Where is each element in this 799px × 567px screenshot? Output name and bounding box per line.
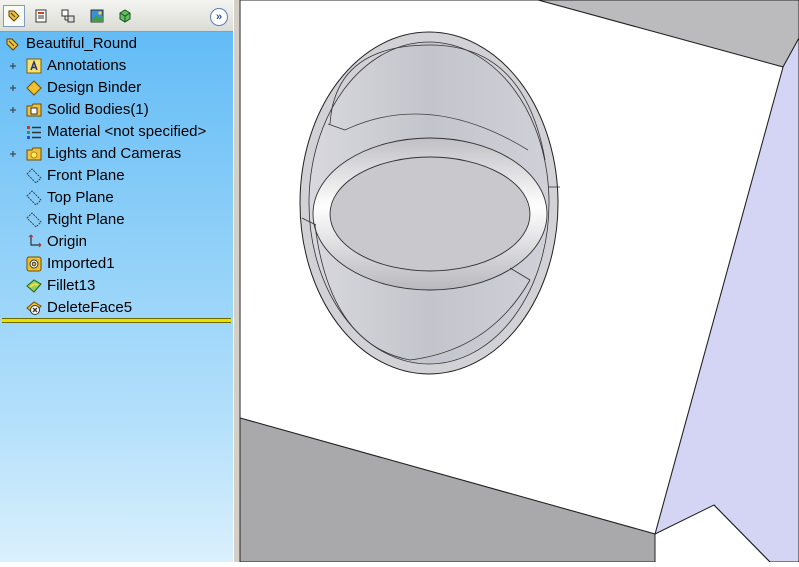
tree-item-label: Imported1: [47, 255, 115, 272]
tree-item-label: Design Binder: [47, 79, 142, 96]
tree-item-top-plane[interactable]: Top Plane: [0, 187, 231, 209]
expand-plus-icon[interactable]: [9, 106, 17, 114]
part-icon: [6, 38, 19, 51]
tree-item-imported1[interactable]: Imported1: [0, 253, 231, 275]
tree-item-label: DeleteFace5: [47, 299, 133, 316]
plane-icon: [26, 190, 42, 206]
tree-item-label: Annotations: [47, 57, 127, 74]
origin-icon: [28, 234, 42, 248]
tree-item-deleteface5[interactable]: DeleteFace5: [0, 297, 231, 319]
feature-tree-icon: [8, 10, 20, 22]
material-icon: [27, 126, 41, 139]
tree-item-origin[interactable]: Origin: [0, 231, 231, 253]
tree-item-label: Lights and Cameras: [47, 145, 182, 162]
fillet-icon: [26, 279, 42, 293]
configuration-manager-tab[interactable]: [57, 5, 79, 27]
tree-item-label: Origin: [47, 233, 88, 250]
annotations-icon: [26, 58, 42, 74]
tree-item-fillet13[interactable]: Fillet13: [0, 275, 231, 297]
tree-item-label: Top Plane: [47, 189, 114, 206]
display-manager-icon: [119, 9, 131, 23]
model-view[interactable]: [239, 0, 799, 563]
design-binder-icon: [26, 80, 42, 96]
tree-item-annotations[interactable]: Annotations: [0, 55, 231, 77]
manager-tabs-toolbar: »: [0, 0, 233, 32]
tree-item-label: Front Plane: [47, 167, 125, 184]
property-manager-tab[interactable]: [30, 5, 52, 27]
feature-manager-tab[interactable]: [3, 5, 25, 27]
lights-cameras-icon: [26, 147, 42, 161]
rollback-bar[interactable]: [2, 318, 231, 323]
imported-feature-icon: [26, 256, 42, 272]
tree-item-label: Material <not specified>: [47, 123, 207, 140]
feature-tree: Beautiful_Round Annotations Design Binde…: [0, 33, 231, 319]
tree-item-design-binder[interactable]: Design Binder: [0, 77, 231, 99]
tree-item-solid-bodies[interactable]: Solid Bodies(1): [0, 99, 231, 121]
feature-manager-panel: » Beautiful_Round Annotations Design Bin…: [0, 0, 233, 562]
round-hole-feature[interactable]: [299, 31, 560, 375]
solid-bodies-icon: [26, 103, 42, 117]
tree-item-right-plane[interactable]: Right Plane: [0, 209, 231, 231]
tree-root-item[interactable]: Beautiful_Round: [0, 33, 231, 55]
expand-plus-icon[interactable]: [9, 150, 17, 158]
tree-item-front-plane[interactable]: Front Plane: [0, 165, 231, 187]
plane-icon: [26, 212, 42, 228]
property-manager-icon: [35, 9, 47, 23]
delete-face-icon: [26, 301, 42, 315]
appearance-icon: [90, 9, 104, 23]
tree-item-material[interactable]: Material <not specified>: [0, 121, 231, 143]
tree-root-label: Beautiful_Round: [26, 35, 137, 52]
configuration-manager-icon: [61, 9, 75, 23]
tree-item-label: Right Plane: [47, 211, 125, 228]
display-manager-tab[interactable]: [114, 5, 136, 27]
plane-icon: [26, 168, 42, 184]
graphics-viewport[interactable]: [239, 0, 799, 563]
tree-item-label: Fillet13: [47, 277, 96, 294]
expand-plus-icon[interactable]: [9, 84, 17, 92]
expand-panel-button[interactable]: »: [210, 8, 228, 26]
panel-splitter[interactable]: [233, 0, 240, 562]
expand-plus-icon[interactable]: [9, 62, 17, 70]
tree-item-lights-cameras[interactable]: Lights and Cameras: [0, 143, 231, 165]
appearance-tab[interactable]: [86, 5, 108, 27]
tree-item-label: Solid Bodies(1): [47, 101, 149, 118]
